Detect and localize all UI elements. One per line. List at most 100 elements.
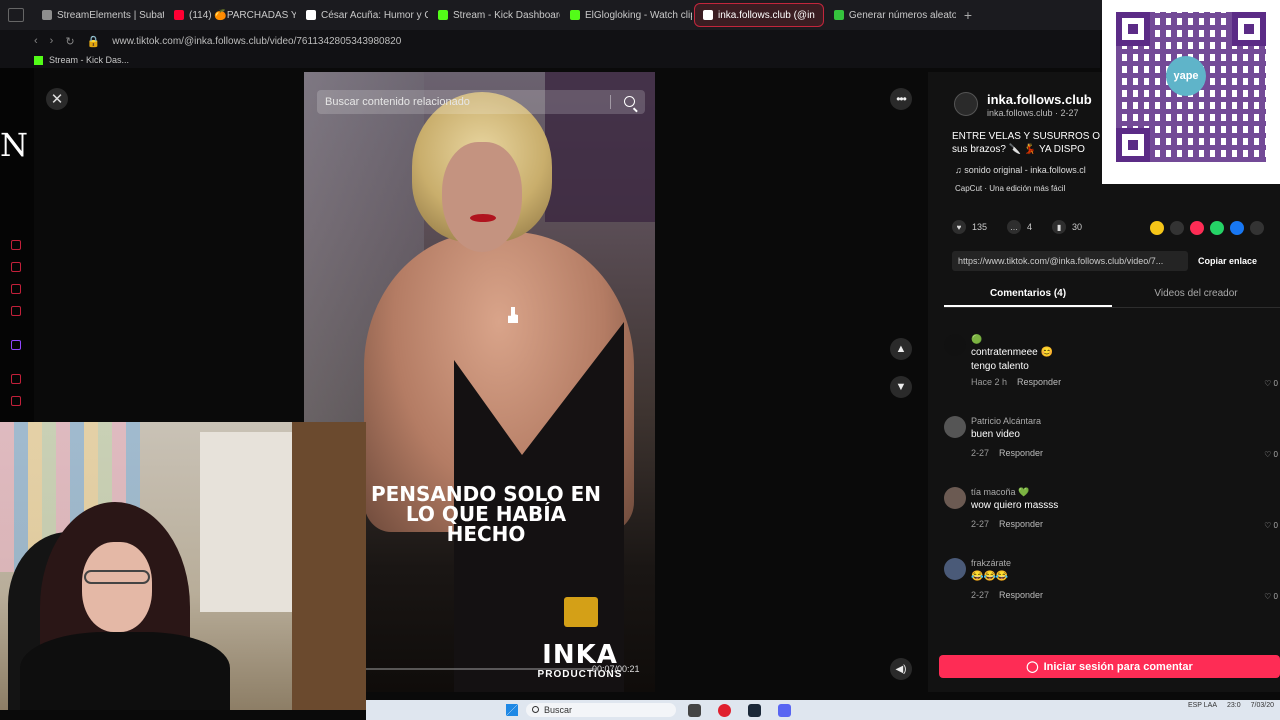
- window-menu-icon[interactable]: [8, 8, 24, 22]
- coin-icon[interactable]: [1150, 221, 1164, 235]
- embed-icon[interactable]: [1170, 221, 1184, 235]
- close-button[interactable]: ✕: [46, 88, 68, 110]
- chevron-up-icon: ▲: [895, 343, 907, 355]
- browser-tab[interactable]: Generar números aleatori: [826, 3, 956, 27]
- sidebar-app-icon[interactable]: [11, 240, 21, 250]
- comment-likes: 0: [1273, 592, 1278, 601]
- comment-bubble-icon: ◯: [1026, 661, 1039, 673]
- comment-avatar[interactable]: [944, 558, 966, 580]
- close-icon: ✕: [50, 91, 64, 108]
- tab-comments[interactable]: Comentarios (4): [944, 288, 1112, 299]
- share-arrow-icon[interactable]: [1250, 221, 1264, 235]
- comment-like-button[interactable]: ♡ 0: [1264, 592, 1278, 601]
- tab-favicon-icon: [703, 10, 713, 20]
- tab-creator-videos[interactable]: Videos del creador: [1112, 288, 1280, 299]
- opera-icon[interactable]: [718, 704, 731, 717]
- reply-button[interactable]: Responder: [999, 590, 1043, 600]
- sidebar-app-icon[interactable]: [11, 262, 21, 272]
- reload-icon[interactable]: ↻: [65, 35, 74, 48]
- comment-avatar[interactable]: [944, 487, 966, 509]
- author-avatar[interactable]: [954, 92, 978, 116]
- copy-link-row: https://www.tiktok.com/@inka.follows.clu…: [952, 251, 1272, 271]
- tab-favicon-icon: [306, 10, 316, 20]
- reply-button[interactable]: Responder: [999, 519, 1043, 529]
- clock-icon[interactable]: [11, 396, 21, 406]
- post-link-field[interactable]: https://www.tiktok.com/@inka.follows.clu…: [952, 251, 1188, 271]
- send-icon[interactable]: [1190, 221, 1204, 235]
- copy-link-button[interactable]: Copiar enlace: [1198, 256, 1257, 266]
- comment-author[interactable]: Patricio Alcántara: [971, 416, 1041, 426]
- comment-author[interactable]: tía macoña 💚: [971, 487, 1029, 498]
- browser-tab[interactable]: César Acuña: Humor y Cr: [298, 3, 428, 27]
- taskbar-app-icon[interactable]: [688, 704, 701, 717]
- comment-meta: 2-27 Responder: [971, 590, 1043, 600]
- bookmark-icon[interactable]: ▮: [1052, 220, 1067, 234]
- url-field[interactable]: www.tiktok.com/@inka.follows.club/video/…: [112, 36, 401, 47]
- sidebar-app-icon[interactable]: [11, 284, 21, 294]
- more-options-button[interactable]: •••: [890, 88, 912, 110]
- browser-tab[interactable]: Stream - Kick Dashboard: [430, 3, 560, 27]
- login-to-comment-button[interactable]: ◯ Iniciar sesión para comentar: [939, 655, 1280, 678]
- whatsapp-icon[interactable]: [1210, 221, 1224, 235]
- comment-author[interactable]: 🟢: [971, 334, 982, 345]
- tab-label: StreamElements | Subathon: [57, 9, 164, 21]
- comment-like-button[interactable]: ♡ 0: [1264, 379, 1278, 388]
- comment-like-button[interactable]: ♡ 0: [1264, 450, 1278, 459]
- reply-button[interactable]: Responder: [1017, 377, 1061, 387]
- clock-time[interactable]: 23:0: [1227, 702, 1241, 709]
- taskbar-search[interactable]: Buscar: [526, 703, 676, 717]
- input-language[interactable]: ESP LAA: [1188, 702, 1217, 709]
- back-icon[interactable]: ‹: [34, 35, 38, 47]
- comment-like-button[interactable]: ♡ 0: [1264, 521, 1278, 530]
- comment-author[interactable]: frakzárate: [971, 558, 1011, 568]
- comment-avatar[interactable]: [944, 334, 966, 356]
- heart-icon[interactable]: ♥: [952, 220, 966, 234]
- steam-icon[interactable]: [748, 704, 761, 717]
- discord-icon[interactable]: [778, 704, 791, 717]
- tab-favicon-icon: [174, 10, 184, 20]
- new-tab-button[interactable]: +: [964, 7, 972, 23]
- browser-tab[interactable]: ElGlogloking - Watch clips: [562, 3, 692, 27]
- comment-time: Hace 2 h: [971, 377, 1008, 387]
- clock-date[interactable]: 7/03/20: [1251, 702, 1274, 709]
- browser-tab[interactable]: StreamElements | Subathon: [34, 3, 164, 27]
- system-tray: ESP LAA 23:0 7/03/20: [1188, 702, 1274, 709]
- address-bar: ‹ › ↻ 🔒 www.tiktok.com/@inka.follows.clu…: [0, 30, 1100, 52]
- chevron-down-icon: ▼: [895, 381, 907, 393]
- comment-time: 2-27: [971, 590, 990, 600]
- bookmark-kick-dashboard[interactable]: Stream - Kick Das...: [49, 55, 129, 65]
- author-name[interactable]: inka.follows.club: [987, 92, 1092, 107]
- forward-icon[interactable]: ›: [50, 35, 54, 47]
- browser-tab[interactable]: (114) 🍊PARCHADAS Y EN: [166, 3, 296, 27]
- active-tab-indicator: [944, 305, 1112, 307]
- webcam-door: [292, 422, 366, 710]
- search-divider: [610, 95, 611, 109]
- video-person-face: [442, 142, 522, 252]
- twitch-icon[interactable]: [11, 340, 21, 350]
- video-caption: PENSANDO SOLO EN LO QUE HABÍA HECHO: [370, 482, 602, 546]
- browser-tab-active[interactable]: inka.follows.club (@in: [694, 3, 824, 27]
- sidebar-app-icon[interactable]: [11, 306, 21, 316]
- yape-logo: yape: [1166, 56, 1206, 96]
- sidebar-app-icon[interactable]: [11, 374, 21, 384]
- previous-video-button[interactable]: ▲: [890, 338, 912, 360]
- reply-button[interactable]: Responder: [999, 448, 1043, 458]
- comment-likes: 0: [1273, 379, 1278, 388]
- browser-tab-bar: StreamElements | Subathon (114) 🍊PARCHAD…: [0, 0, 1280, 30]
- music-link[interactable]: ♫ sonido original - inka.follows.cl: [955, 165, 1105, 175]
- video-timecode: 00:07/00:21: [592, 664, 640, 674]
- video-progress-bar[interactable]: [366, 668, 596, 670]
- tab-favicon-icon: [570, 10, 580, 20]
- windows-start-icon[interactable]: [506, 704, 518, 716]
- comment-icon[interactable]: …: [1007, 220, 1022, 234]
- volume-button[interactable]: ◀): [890, 658, 912, 680]
- facebook-icon[interactable]: [1230, 221, 1244, 235]
- search-icon[interactable]: [624, 96, 635, 107]
- related-search-input[interactable]: Buscar contenido relacionado: [317, 90, 645, 114]
- comment-avatar[interactable]: [944, 416, 966, 438]
- post-description: ENTRE VELAS Y SUSURROS O a sus brazos? 🔪…: [952, 131, 1109, 155]
- comment-time: 2-27: [971, 519, 990, 529]
- next-video-button[interactable]: ▼: [890, 376, 912, 398]
- capcut-link[interactable]: CapCut · Una edición más fácil: [955, 184, 1065, 193]
- comment-text: contratenmeee 😊 tengo talento: [971, 347, 1053, 372]
